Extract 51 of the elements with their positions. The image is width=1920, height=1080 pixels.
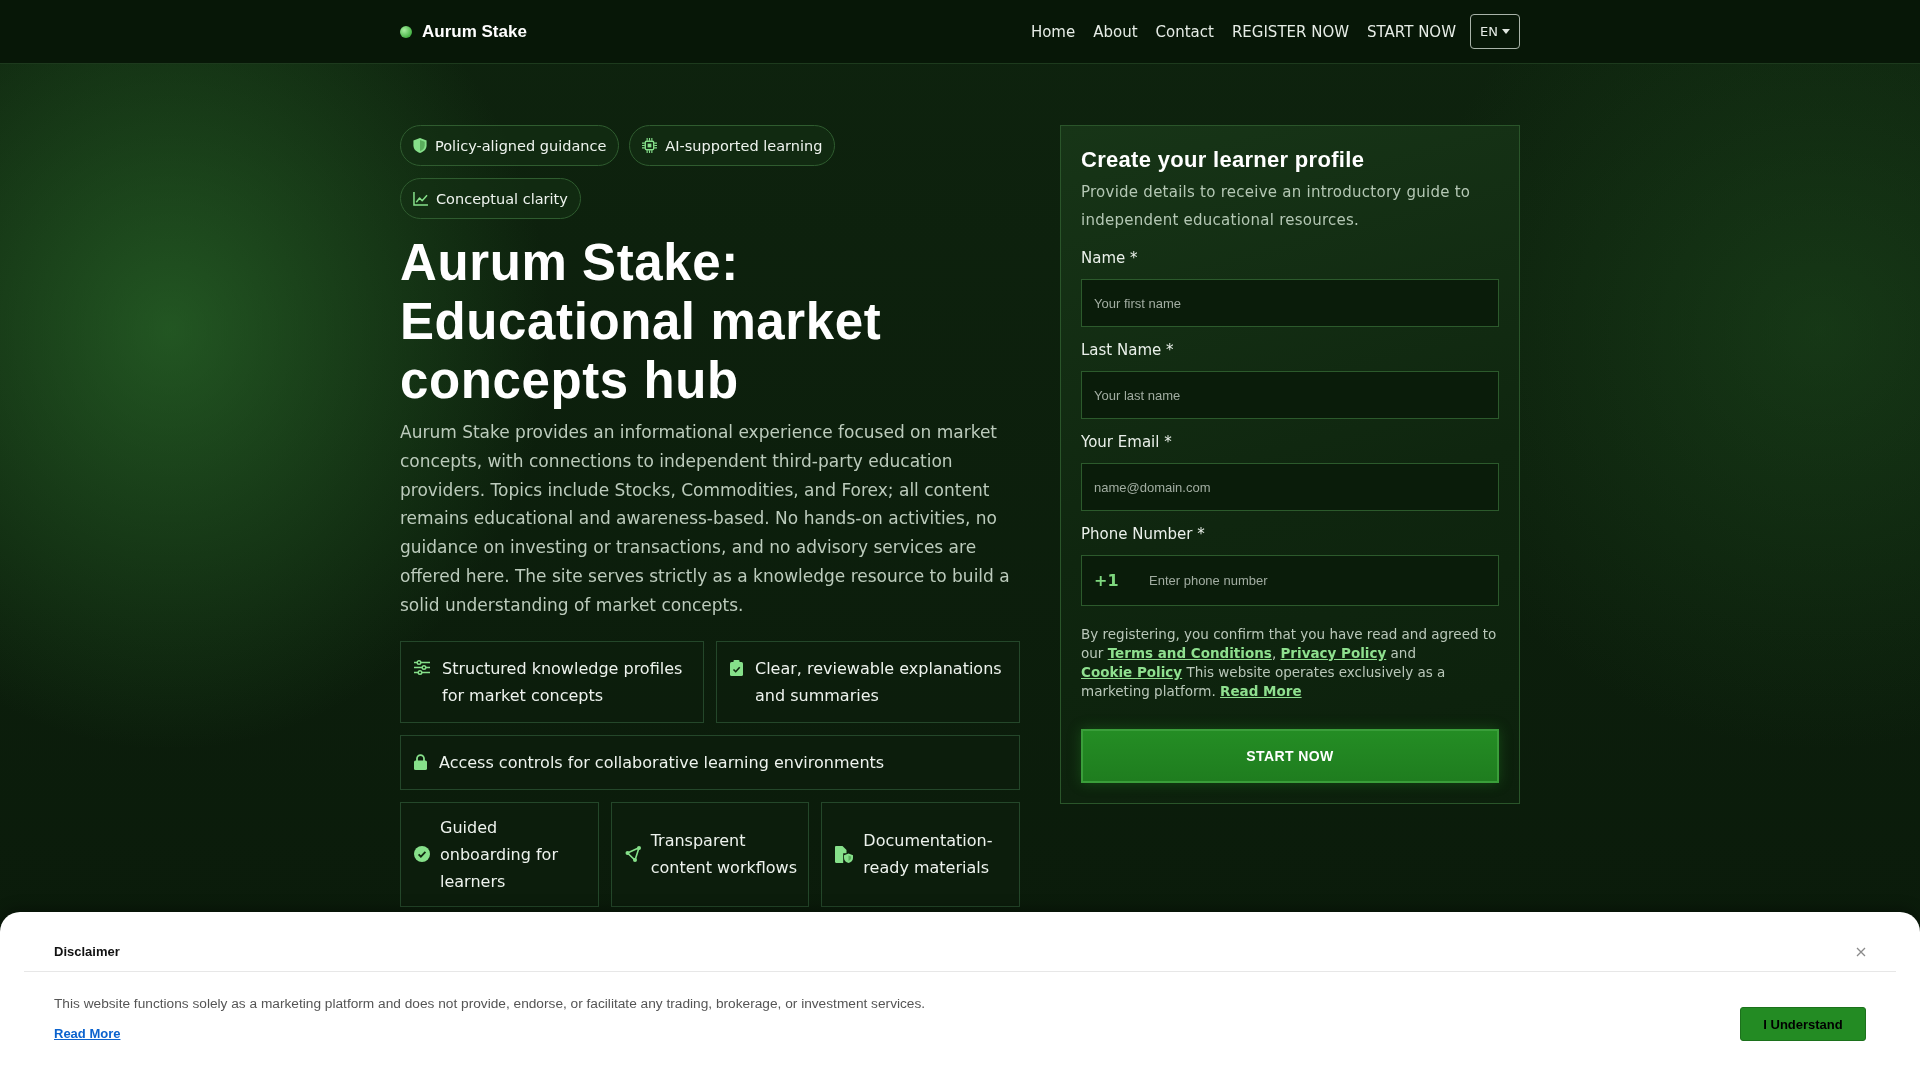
- start-now-button[interactable]: START NOW: [1081, 729, 1499, 783]
- feature-text: Documentation-ready materials: [863, 830, 994, 880]
- cookie-policy-link[interactable]: Cookie Policy: [1081, 664, 1183, 680]
- understand-button[interactable]: I Understand: [1740, 1007, 1866, 1041]
- read-more-link[interactable]: Read More: [1220, 683, 1302, 699]
- disclaimer-title: Disclaimer: [54, 944, 120, 959]
- form-subtitle: Provide details to receive an introductory guide to independent educational resources.: [1081, 182, 1472, 231]
- tag-label: AI-supported learning: [665, 137, 823, 154]
- field-label: Last Name *: [1081, 340, 1175, 361]
- line-chart-icon: [413, 191, 428, 206]
- brand-name: Aurum Stake: [422, 22, 527, 42]
- privacy-policy-link[interactable]: Privacy Policy: [1280, 645, 1387, 661]
- country-code: +1: [1094, 570, 1119, 591]
- nav-link[interactable]: Home: [1030, 22, 1076, 41]
- close-icon: [1856, 946, 1866, 957]
- caret-icon: [1501, 29, 1510, 34]
- feature-text: Clear, reviewable explanations and summaries: [755, 657, 1003, 707]
- shield-icon: [413, 138, 427, 153]
- feature-text: Transparent content workflows: [650, 830, 799, 880]
- email-field[interactable]: name@domain.com: [1081, 463, 1499, 511]
- document-shield-icon: [835, 845, 854, 863]
- language-button[interactable]: EN: [1470, 14, 1520, 49]
- feature-text: Structured knowledge profiles for market concepts: [442, 657, 684, 707]
- feature-text: Guided onboarding for learners: [440, 816, 559, 893]
- logo-dot-icon: [400, 26, 412, 38]
- feature-text: Access controls for collaborative learning environments: [439, 751, 885, 774]
- tag-label: Conceptual clarity: [436, 190, 568, 207]
- read-more-link[interactable]: Read More: [54, 1025, 121, 1043]
- lock-icon: [414, 753, 427, 770]
- chip-icon: [642, 138, 658, 153]
- field-label: Name *: [1081, 248, 1139, 269]
- clipboard-check-icon: [730, 659, 743, 676]
- first-name-field[interactable]: Your first name: [1081, 279, 1499, 327]
- nav-link[interactable]: Contact: [1155, 22, 1214, 41]
- field-label: Your Email *: [1081, 432, 1173, 453]
- last-name-field[interactable]: Your last name: [1081, 371, 1499, 419]
- disclaimer-text: This website functions solely as a marketing platform and does not provide, endorse, or facilitate any trading, brokerage, or investment services.: [54, 995, 926, 1013]
- form-title: Create your learner profile: [1081, 146, 1366, 174]
- sliders-icon: [414, 659, 430, 675]
- consent-text: By registering, you confirm that you have read and agreed to our Terms and Conditions, Privacy Policy and Cookie Policy This website operates exclusively as a marketing platform. Read More: [1081, 625, 1498, 701]
- nav-link[interactable]: About: [1093, 22, 1138, 41]
- terms-link[interactable]: Terms and Conditions: [1107, 645, 1272, 661]
- nav-link[interactable]: REGISTER NOW: [1231, 22, 1350, 41]
- check-circle-icon: [414, 846, 430, 863]
- field-label: Phone Number *: [1081, 524, 1206, 545]
- node-graph-icon: [624, 846, 641, 863]
- hero-title: Aurum Stake: Educational market concepts hub: [400, 233, 883, 410]
- close-button[interactable]: [1856, 946, 1866, 957]
- tag-label: Policy-aligned guidance: [435, 137, 607, 154]
- intro-paragraph: Aurum Stake provides an informational experience focused on market concepts, with connections to independent third-party education providers. Topics include Stocks, Commodities, and Forex; all content remains educational and awareness-based. No hands-on activities, no guidance on investing or transactions, and no advisory services are offered here. The site serves strictly as a knowledge resource to build a solid understanding of market concepts.: [400, 421, 1011, 617]
- nav-link[interactable]: START NOW: [1367, 22, 1456, 41]
